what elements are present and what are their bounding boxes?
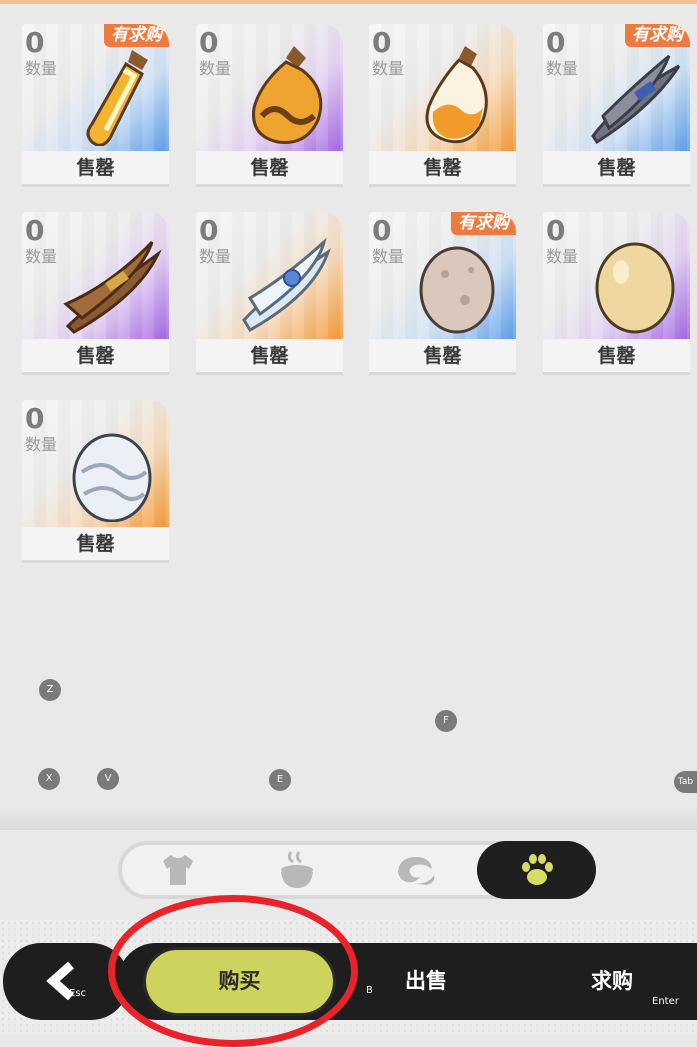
hotkey-e[interactable]: E: [269, 769, 291, 791]
request-tag: 有求购: [451, 212, 516, 235]
quantity-value: 0: [199, 214, 219, 247]
category-clothing[interactable]: [118, 841, 237, 899]
enter-key-hint: Enter: [652, 996, 679, 1007]
quantity-value: 0: [199, 26, 219, 59]
item-card-3[interactable]: 0 数量 售罄: [369, 24, 516, 187]
category-food[interactable]: [237, 841, 356, 899]
quantity-value: 0: [25, 26, 45, 59]
quantity-label: 数量: [372, 59, 405, 78]
status-bar: 售罄: [543, 151, 690, 187]
dark-feather-bundle-icon: [591, 54, 681, 145]
b-key-hint: B: [366, 985, 373, 996]
grey-egg-icon: [419, 246, 495, 334]
paw-icon: [521, 854, 553, 885]
status-label: 售罄: [76, 157, 115, 179]
item-card-7[interactable]: 0 数量 有求购 售罄: [369, 212, 516, 375]
status-bar: 售罄: [22, 527, 169, 563]
status-bar: 售罄: [369, 339, 516, 375]
status-bar: 售罄: [369, 151, 516, 187]
request-tag: 有求购: [104, 24, 169, 47]
sell-tab[interactable]: 出售: [374, 943, 478, 1020]
item-card-8[interactable]: 0 数量 售罄: [543, 212, 690, 375]
item-art: 0 数量: [543, 212, 690, 339]
hotkey-v[interactable]: V: [97, 768, 119, 790]
item-card-5[interactable]: 0 数量 售罄: [22, 212, 169, 375]
quantity-label: 数量: [546, 247, 579, 266]
item-art: 0 数量: [22, 400, 169, 527]
status-label: 售罄: [597, 157, 636, 179]
item-art: 0 数量: [369, 24, 516, 151]
quantity-value: 0: [546, 214, 566, 247]
white-fiber-bundle-icon: [242, 237, 331, 333]
shirt-icon: [162, 855, 193, 885]
item-card-4[interactable]: 0 数量 有求购 售罄: [543, 24, 690, 187]
brown-fiber-bundle-icon: [63, 240, 162, 334]
swirl-egg-icon: [72, 433, 152, 522]
potion-flask-icon: [425, 46, 488, 144]
food-bowl-icon: [280, 851, 313, 888]
status-bar: 售罄: [22, 339, 169, 375]
item-card-1[interactable]: 0 数量 有求购 售罄: [22, 24, 169, 187]
quantity-label: 数量: [25, 247, 58, 266]
potion-small-icon: [86, 50, 148, 146]
item-card-9[interactable]: 0 数量 售罄: [22, 400, 169, 563]
item-card-6[interactable]: 0 数量 售罄: [196, 212, 343, 375]
item-art: 0 数量: [196, 24, 343, 151]
status-label: 售罄: [250, 157, 289, 179]
item-art: 0 数量 有求购: [543, 24, 690, 151]
quantity-value: 0: [25, 402, 45, 435]
quantity-value: 0: [372, 214, 392, 247]
item-art: 0 数量: [22, 212, 169, 339]
yellow-egg-icon: [595, 242, 675, 334]
status-label: 售罄: [76, 345, 115, 367]
status-label: 售罄: [423, 345, 462, 367]
swirl-material-icon: [397, 857, 434, 885]
category-pets[interactable]: [477, 841, 596, 899]
quantity-value: 0: [546, 26, 566, 59]
quantity-value: 0: [372, 26, 392, 59]
status-label: 售罄: [250, 345, 289, 367]
request-tag: 有求购: [625, 24, 690, 47]
status-bar: 售罄: [543, 339, 690, 375]
quantity-label: 数量: [25, 435, 58, 454]
status-label: 售罄: [423, 157, 462, 179]
hotkey-tab[interactable]: Tab: [674, 771, 697, 793]
request-tab[interactable]: 求购: [560, 943, 664, 1020]
item-art: 0 数量: [196, 212, 343, 339]
category-switcher: [118, 841, 596, 899]
top-accent-line: [0, 0, 697, 4]
quantity-label: 数量: [372, 247, 405, 266]
status-bar: 售罄: [196, 151, 343, 187]
item-art: 0 数量 有求购: [369, 212, 516, 339]
hotkey-z[interactable]: Z: [39, 679, 61, 701]
potion-round-icon: [252, 46, 323, 145]
quantity-label: 数量: [25, 59, 58, 78]
annotation-circle: [108, 895, 358, 1047]
status-label: 售罄: [76, 533, 115, 555]
hotkey-x[interactable]: X: [38, 768, 60, 790]
quantity-label: 数量: [199, 59, 232, 78]
quantity-label: 数量: [546, 59, 579, 78]
esc-key-hint: Esc: [69, 988, 87, 999]
item-art: 0 数量 有求购: [22, 24, 169, 151]
quantity-label: 数量: [199, 247, 232, 266]
item-card-2[interactable]: 0 数量 售罄: [196, 24, 343, 187]
status-bar: 售罄: [196, 339, 343, 375]
status-bar: 售罄: [22, 151, 169, 187]
shelf-divider: [0, 808, 697, 830]
hotkey-f[interactable]: F: [435, 710, 457, 732]
status-label: 售罄: [597, 345, 636, 367]
category-materials[interactable]: [356, 841, 475, 899]
quantity-value: 0: [25, 214, 45, 247]
